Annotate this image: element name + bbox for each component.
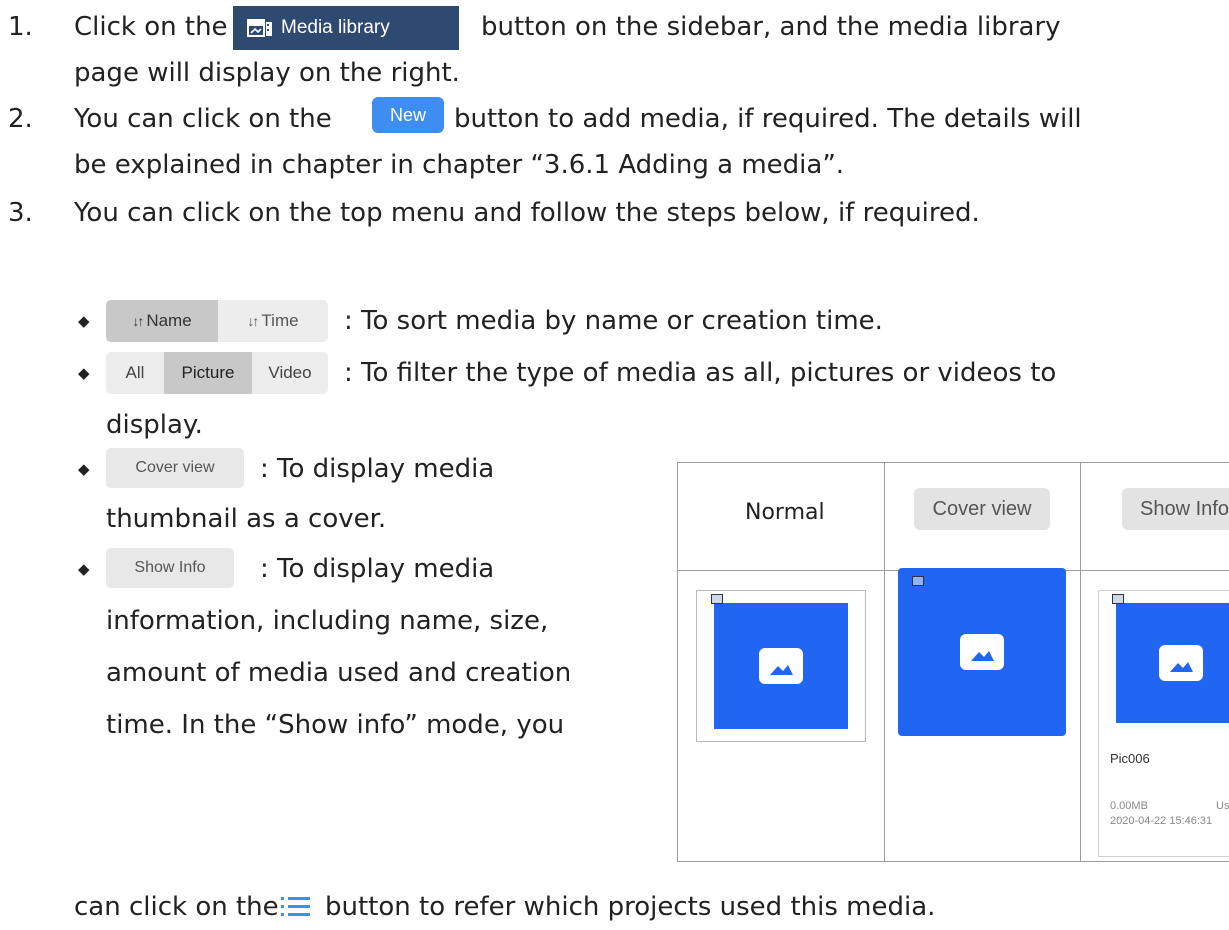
filter-description: : To filter the type of media as all, pi… [344, 358, 1057, 388]
info-item-name: Pic006 [1110, 751, 1150, 766]
bullet: ◆ [78, 460, 90, 478]
step-1-text-post: button on the sidebar, and the media lib… [481, 12, 1061, 42]
bullet: ◆ [78, 364, 90, 382]
cover-view-description: : To display media [260, 454, 495, 484]
sort-description: : To sort media by name or creation time… [344, 306, 883, 336]
image-type-icon [711, 594, 723, 604]
list-icon[interactable] [279, 895, 313, 919]
cover-view-description-line2: thumbnail as a cover. [106, 504, 387, 534]
media-library-icon [247, 17, 273, 39]
show-info-description: : To display media [260, 554, 495, 584]
filter-description-line2: display. [106, 410, 203, 440]
new-button-label: New [389, 104, 426, 125]
column-divider [884, 463, 885, 861]
show-info-header-button: Show Info [1122, 488, 1229, 530]
column-divider [1080, 463, 1081, 861]
filter-video-button[interactable]: Video [252, 352, 328, 394]
show-info-line-2: amount of media used and creation [106, 658, 572, 688]
info-thumbnail [1116, 603, 1229, 723]
bullet: ◆ [78, 312, 90, 330]
step-2-text-line2: be explained in chapter in chapter “3.6.… [74, 150, 845, 180]
media-library-button[interactable]: Media library [233, 6, 459, 50]
step-2-text-post: button to add media, if required. The de… [454, 104, 1082, 134]
final-text-pre: can click on the [74, 892, 279, 922]
sort-arrows-icon: ↓↑ [132, 313, 144, 329]
image-icon [759, 648, 803, 684]
cover-view-header-button: Cover view [914, 488, 1050, 530]
filter-button-group: All Picture Video [106, 352, 328, 394]
normal-column-header: Normal [745, 500, 825, 525]
step-1-number: 1. [8, 12, 33, 42]
info-item-date: 2020-04-22 15:46:31 [1110, 815, 1213, 827]
step-1-text-pre: Click on the [74, 12, 228, 42]
info-item-used: Use [1216, 800, 1229, 812]
final-text-post: button to refer which projects used this… [325, 892, 936, 922]
sort-time-label: Time [261, 311, 299, 330]
info-item-size: 0.00MB [1110, 800, 1148, 812]
bullet: ◆ [78, 560, 90, 578]
sort-name-label: Name [146, 311, 192, 330]
step-1-text-line2: page will display on the right. [74, 58, 460, 88]
filter-picture-button[interactable]: Picture [164, 352, 252, 394]
media-library-button-label: Media library [281, 17, 390, 38]
sort-by-time-button[interactable]: ↓↑ Time [218, 300, 328, 342]
step-2-number: 2. [8, 104, 33, 134]
show-info-button[interactable]: Show Info [106, 548, 234, 588]
show-info-line-1: information, including name, size, [106, 606, 549, 636]
cover-thumbnail [898, 568, 1066, 736]
sort-button-group: ↓↑ Name ↓↑ Time [106, 300, 328, 342]
filter-all-button[interactable]: All [106, 352, 164, 394]
sort-arrows-icon: ↓↑ [247, 313, 259, 329]
cover-view-button[interactable]: Cover view [106, 448, 244, 488]
normal-thumbnail [714, 603, 848, 729]
image-icon [960, 634, 1004, 670]
image-type-icon [1112, 594, 1124, 604]
step-2-text-pre: You can click on the [74, 104, 332, 134]
step-3-number: 3. [8, 198, 33, 228]
new-button[interactable]: New [372, 97, 444, 133]
step-3-text: You can click on the top menu and follow… [74, 198, 980, 228]
image-type-icon [912, 576, 924, 586]
show-info-line-3: time. In the “Show info” mode, you [106, 710, 565, 740]
view-modes-figure: Normal Cover view Show Info Pic006 0.00M… [677, 462, 1229, 862]
sort-by-name-button[interactable]: ↓↑ Name [106, 300, 218, 342]
image-icon [1159, 645, 1203, 681]
